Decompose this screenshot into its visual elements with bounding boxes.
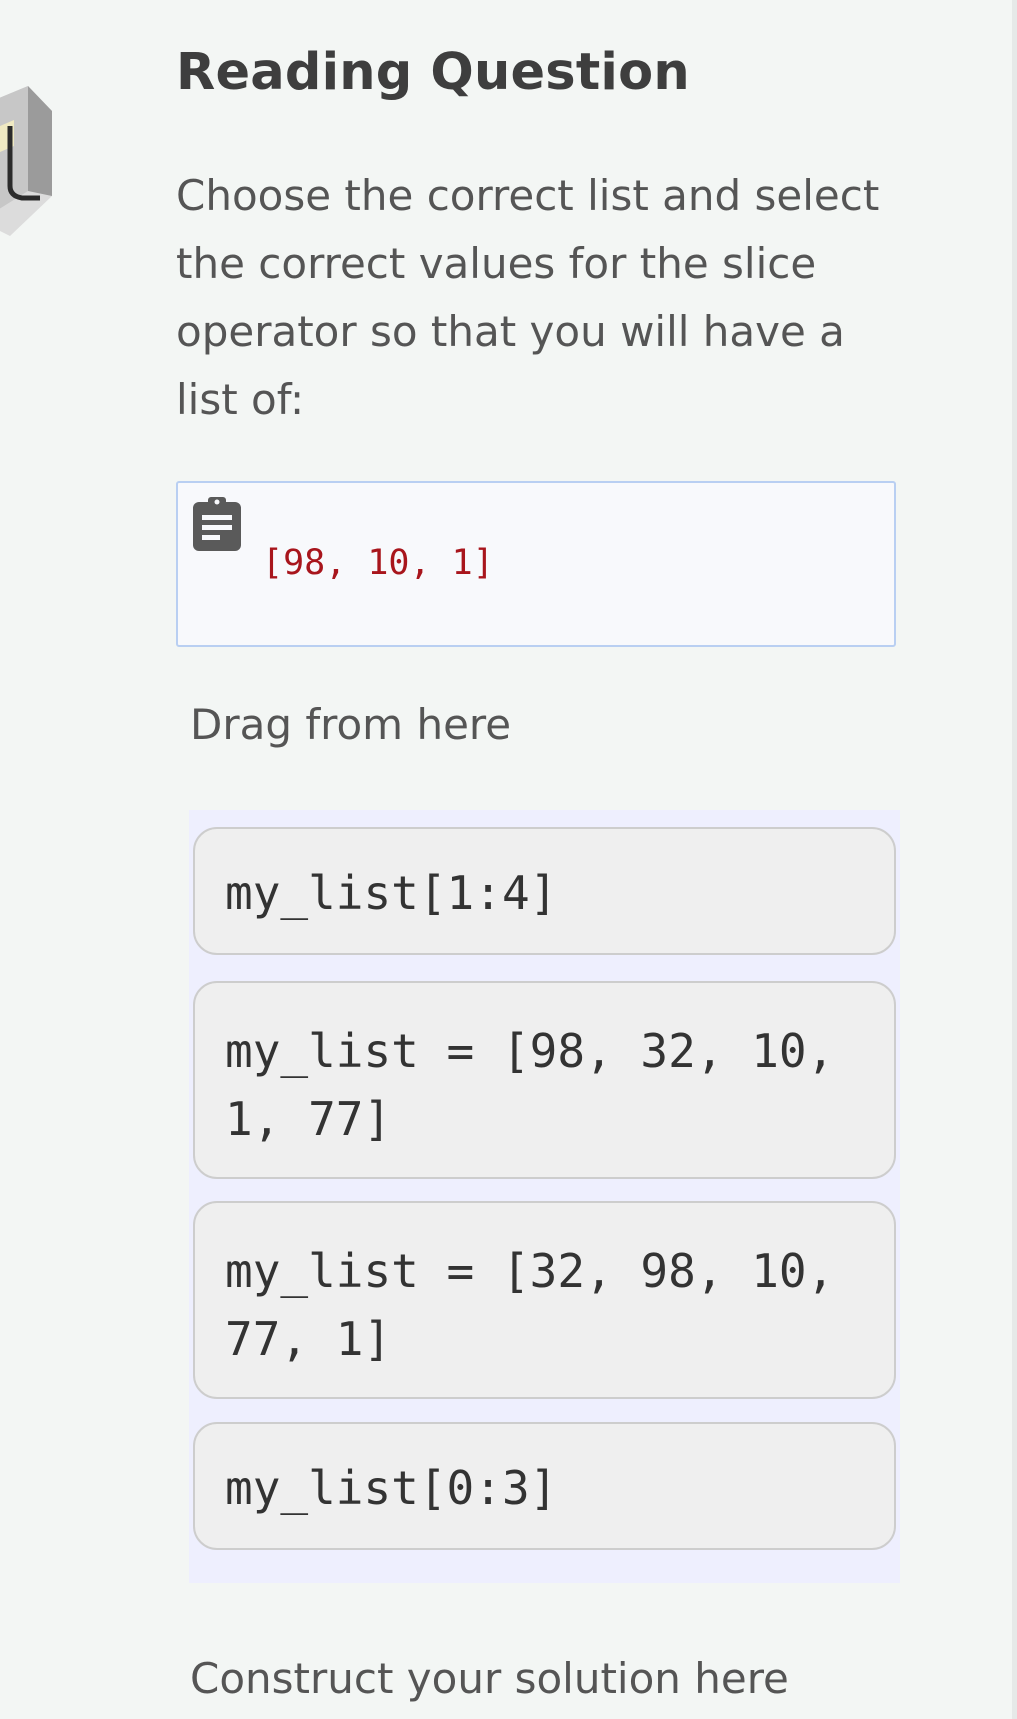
code-block-slice-0-3[interactable]: my_list[0:3] — [193, 1422, 896, 1550]
drag-source-label: Drag from here — [190, 700, 512, 749]
solution-area-label: Construct your solution here — [190, 1654, 789, 1703]
cube-logo-icon — [0, 86, 52, 236]
page-edge — [1012, 0, 1017, 1719]
code-block-line: my_list = [98, 32, 10, — [225, 1024, 835, 1078]
page-title: Reading Question — [176, 43, 690, 102]
code-block-line: 1, 77] — [225, 1092, 392, 1146]
target-output-box: [98, 10, 1] — [176, 481, 896, 647]
question-prompt: Choose the correct list and select the c… — [176, 171, 880, 424]
target-code: [98, 10, 1] — [262, 543, 494, 583]
clipboard-icon[interactable] — [190, 495, 244, 553]
code-block-slice-1-4[interactable]: my_list[1:4] — [193, 827, 896, 955]
code-block-line: 77, 1] — [225, 1312, 392, 1366]
code-block-list-32-98[interactable]: my_list = [32, 98, 10, 77, 1] — [193, 1201, 896, 1399]
code-block-line: my_list = [32, 98, 10, — [225, 1244, 835, 1298]
code-block-line: my_list[1:4] — [225, 866, 558, 920]
drag-source-area[interactable]: my_list[1:4] my_list = [98, 32, 10, 1, 7… — [189, 810, 900, 1583]
code-block-line: my_list[0:3] — [225, 1461, 558, 1515]
code-block-list-98-32[interactable]: my_list = [98, 32, 10, 1, 77] — [193, 981, 896, 1179]
